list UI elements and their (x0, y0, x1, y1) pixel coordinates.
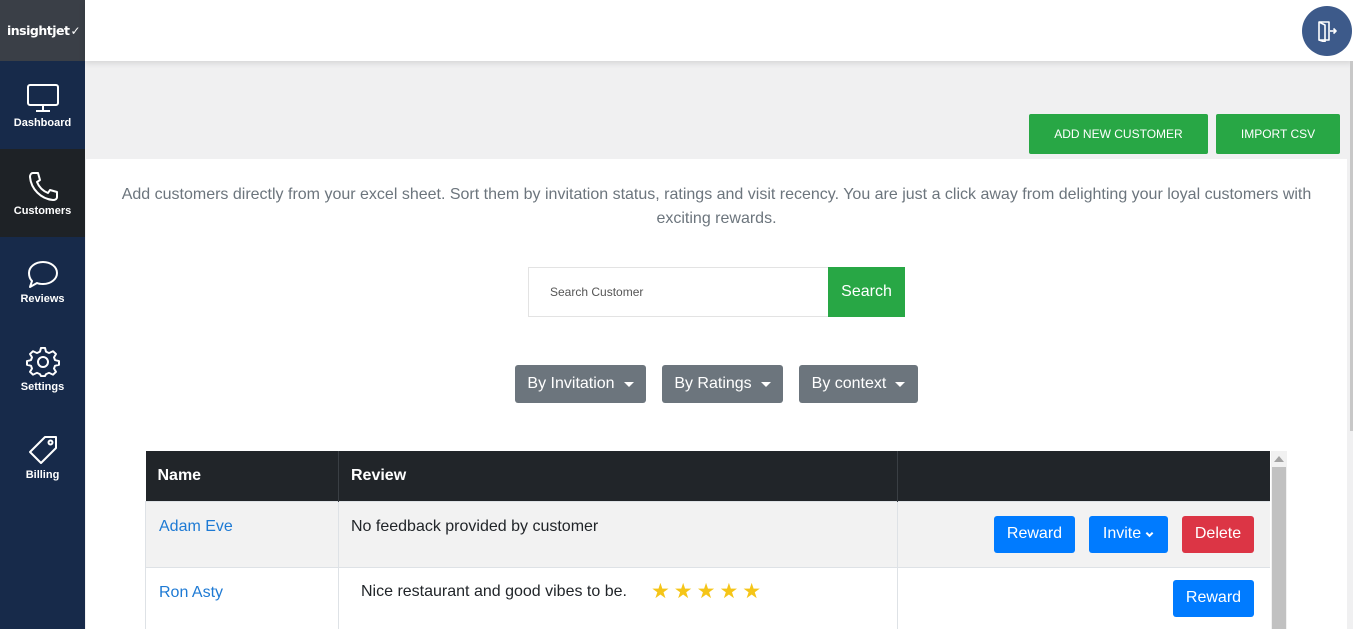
customer-name-link[interactable]: Adam Eve (146, 502, 338, 536)
review-text: No feedback provided by customer (351, 517, 599, 535)
customers-table: Name Review Adam Eve No feedback provide… (145, 451, 1270, 629)
review-cell: Nice restaurant and good vibes to be. ★ … (338, 566, 898, 629)
filter-label: By context (811, 375, 887, 392)
chat-bubble-icon (27, 260, 58, 288)
star-icon: ★ (696, 579, 716, 603)
caret-down-icon (623, 381, 634, 387)
filter-by-ratings-dropdown[interactable]: By Ratings (662, 365, 783, 403)
phone-icon (28, 171, 58, 201)
actions-cell: Reward (897, 566, 1270, 629)
sidebar-item-dashboard[interactable]: Dashboard (0, 61, 85, 149)
star-rating: ★ ★ ★ ★ ★ (650, 579, 762, 603)
tag-icon (28, 435, 57, 464)
sidebar-item-label: Customers (13, 204, 72, 217)
logout-icon (1318, 21, 1337, 42)
sidebar-item-label: Reviews (20, 292, 65, 305)
column-header-actions (897, 451, 1270, 501)
intro-text: Add customers directly from your excel s… (121, 186, 1312, 227)
name-cell: Adam Eve (145, 500, 339, 568)
scroll-up-arrow-icon[interactable] (1274, 456, 1284, 462)
sidebar-item-settings[interactable]: Settings (0, 325, 85, 413)
caret-down-icon (760, 381, 771, 387)
sidebar-item-label: Settings (20, 380, 65, 393)
review-text: Nice restaurant and good vibes to be. (361, 582, 627, 600)
brand-logo[interactable]: insightjet ✓ (0, 0, 85, 61)
checkmark-icon: ✓ (70, 23, 81, 38)
sidebar-item-customers[interactable]: Customers (0, 149, 85, 237)
reward-button[interactable]: Reward (994, 515, 1075, 553)
delete-button[interactable]: Delete (1182, 515, 1254, 553)
search-input[interactable] (528, 267, 828, 317)
star-icon: ★ (742, 579, 762, 603)
gear-icon (25, 346, 60, 377)
reward-button[interactable]: Reward (1173, 579, 1254, 617)
table-row: Adam Eve No feedback provided by custome… (145, 500, 1270, 568)
actions-cell: Reward Invite Delete (897, 500, 1270, 568)
invite-dropdown-button[interactable]: Invite (1089, 515, 1168, 553)
logo-text: insightjet (7, 23, 70, 38)
column-header-name: Name (145, 451, 339, 501)
caret-down-icon (895, 381, 906, 387)
customer-name-link[interactable]: Ron Asty (146, 568, 338, 602)
sidebar-item-reviews[interactable]: Reviews (0, 237, 85, 325)
customers-table-container: Name Review Adam Eve No feedback provide… (145, 451, 1270, 629)
filter-label: By Ratings (674, 375, 752, 392)
name-cell: Ron Asty (145, 566, 339, 629)
chevron-down-icon (1145, 531, 1154, 537)
table-header-row: Name Review (145, 451, 1270, 501)
invite-label: Invite (1102, 525, 1142, 542)
filter-label: By Invitation (527, 375, 615, 392)
sidebar-item-label: Billing (25, 468, 60, 481)
filter-by-invitation-dropdown[interactable]: By Invitation (515, 365, 646, 403)
star-icon: ★ (650, 579, 670, 603)
sidebar-item-billing[interactable]: Billing (0, 413, 85, 501)
star-icon: ★ (719, 579, 739, 603)
table-row: Ron Asty Nice restaurant and good vibes … (145, 566, 1270, 629)
review-cell: No feedback provided by customer (338, 500, 898, 568)
table-scrollbar-thumb[interactable] (1272, 467, 1286, 629)
monitor-icon (26, 83, 59, 112)
star-icon: ★ (673, 579, 693, 603)
column-header-review: Review (338, 451, 898, 501)
logout-button[interactable] (1302, 6, 1352, 56)
top-bar (85, 0, 1353, 61)
filter-by-context-dropdown[interactable]: By context (799, 365, 918, 403)
sidebar: insightjet ✓ Dashboard Customers Reviews… (0, 0, 85, 629)
sidebar-item-label: Dashboard (13, 116, 72, 129)
import-csv-button[interactable]: IMPORT CSV (1216, 114, 1340, 154)
add-new-customer-button[interactable]: ADD NEW CUSTOMER (1029, 114, 1208, 154)
search-button[interactable]: Search (828, 267, 905, 317)
